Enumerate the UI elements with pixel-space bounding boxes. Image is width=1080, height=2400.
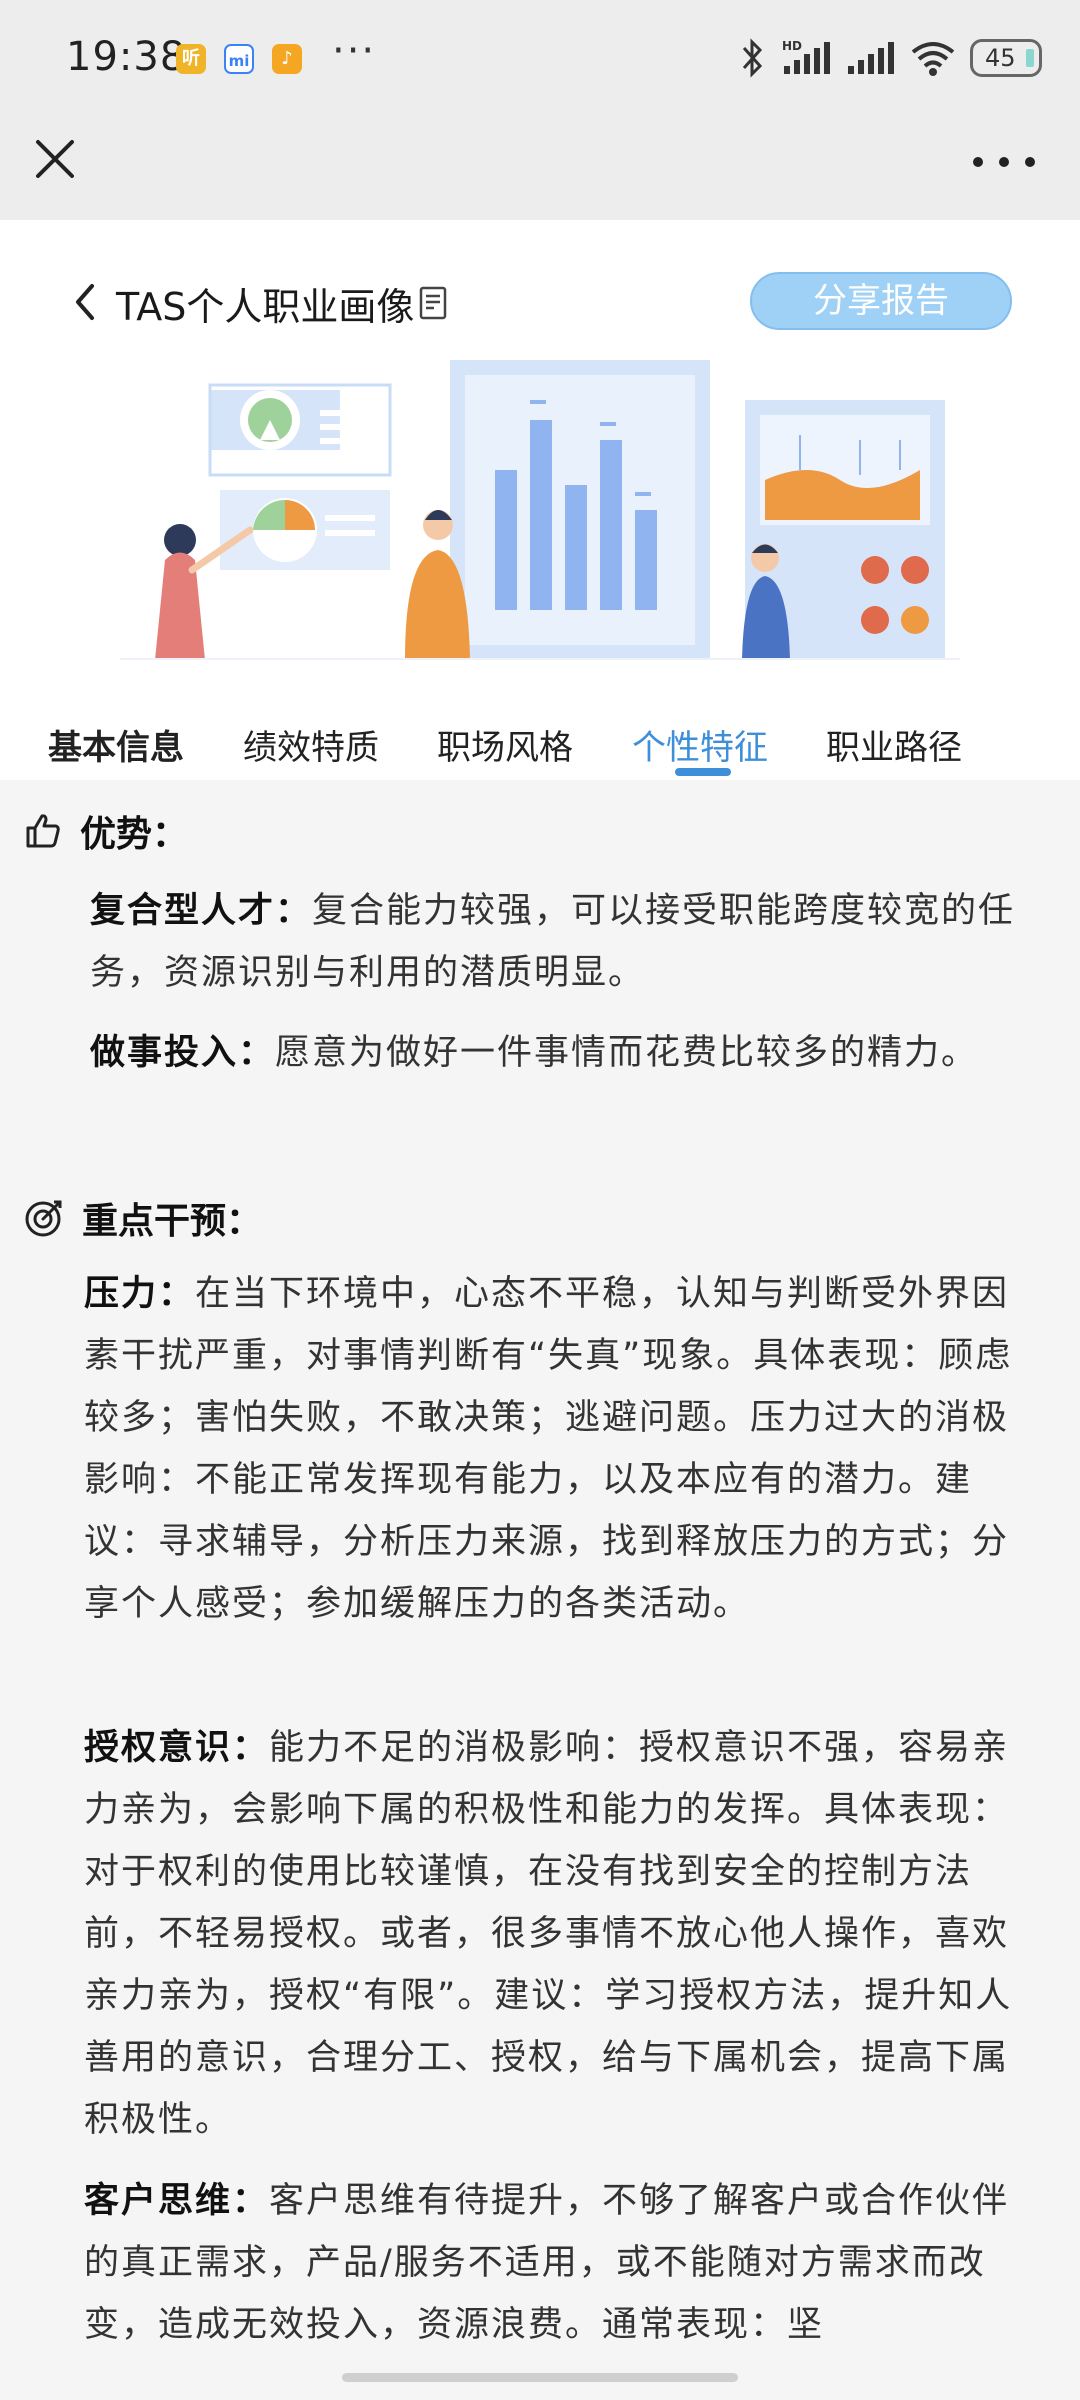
status-bar: 19:38 听 mi ♪ ··· HD 45: [0, 0, 1080, 120]
mi-icon: mi: [224, 44, 254, 74]
intervention-keyword: 客户思维：: [84, 2181, 270, 2221]
advantage-keyword: 复合型人才：: [90, 891, 313, 931]
bluetooth-icon: [742, 38, 763, 78]
tab-basic-info[interactable]: 基本信息: [48, 720, 184, 769]
tab-personality[interactable]: 个性特征: [632, 720, 768, 769]
target-icon: [25, 1200, 62, 1237]
battery-icon: 45: [970, 39, 1042, 77]
advantages-title: 优势：: [80, 814, 189, 855]
bar-1: [495, 470, 517, 610]
intervention-heading: 重点干预：: [24, 1192, 262, 1244]
status-time: 19:38: [66, 34, 187, 80]
signal-icon: [848, 42, 894, 74]
intervention-text: 能力不足的消极影响：授权意识不强，容易亲力亲为，会影响下属的积极性和能力的发挥。…: [84, 1728, 1013, 2140]
document-icon[interactable]: [418, 286, 448, 320]
share-report-button[interactable]: 分享报告: [750, 272, 1012, 330]
intervention-text: 在当下环境中，心态不平稳，认知与判断受外界因素干扰严重，对事情判断有“失真”现象…: [84, 1274, 1013, 1624]
tab-workplace-style[interactable]: 职场风格: [437, 720, 573, 769]
page-title: TAS个人职业画像: [116, 285, 415, 329]
svg-text:HD: HD: [782, 39, 802, 53]
tab-career-path[interactable]: 职业路径: [826, 720, 962, 769]
bar-3: [565, 485, 587, 610]
more-options-icon[interactable]: [964, 142, 1044, 182]
home-indicator[interactable]: [342, 2373, 738, 2382]
advantage-item: 做事投入：愿意为做好一件事情而花费比较多的精力。: [90, 1022, 1030, 1084]
report-illustration: [120, 360, 960, 660]
tab-performance[interactable]: 绩效特质: [243, 720, 379, 769]
more-notifications-icon: ···: [332, 28, 377, 74]
intervention-item: 客户思维：客户思维有待提升，不够了解客户或合作伙伴的真正需求，产品/服务不适用，…: [84, 2170, 1044, 2370]
intervention-keyword: 授权意识：: [84, 1728, 270, 1768]
intervention-title: 重点干预：: [82, 1201, 263, 1242]
report-header-card: TAS个人职业画像 分享报告 基本信息 绩效特质 职场风格 个性特征 职业路径: [0, 220, 1080, 780]
advantage-text: 愿意为做好一件事情而花费比较多的精力。: [275, 1033, 979, 1073]
nav-bar: [0, 120, 1080, 220]
intervention-item: 压力：在当下环境中，心态不平稳，认知与判断受外界因素干扰严重，对事情判断有“失真…: [84, 1263, 1034, 1635]
bar-4: [600, 440, 622, 610]
douyin-icon: ♪: [272, 44, 302, 74]
signal-hd-icon: HD: [782, 39, 830, 74]
bar-5: [635, 510, 657, 610]
bar-2: [530, 420, 552, 610]
status-right: HD 45: [740, 36, 1042, 80]
intervention-keyword: 压力：: [84, 1274, 196, 1314]
advantage-keyword: 做事投入：: [90, 1033, 276, 1073]
advantage-item: 复合型人才：复合能力较强，可以接受职能跨度较宽的任务，资源识别与利用的潜质明显。: [90, 880, 1030, 1004]
app-notification-icon: 听: [176, 44, 206, 74]
advantages-heading: 优势：: [24, 805, 188, 857]
thumbs-up-icon: [26, 814, 60, 848]
close-icon[interactable]: [30, 134, 80, 184]
intervention-item: 授权意识：能力不足的消极影响：授权意识不强，容易亲力亲为，会影响下属的积极性和能…: [84, 1717, 1034, 2151]
wifi-icon: [911, 42, 955, 76]
back-chevron-icon[interactable]: [70, 282, 100, 322]
tab-bar: 基本信息 绩效特质 职场风格 个性特征 职业路径: [0, 700, 1080, 780]
active-tab-indicator: [675, 768, 731, 776]
